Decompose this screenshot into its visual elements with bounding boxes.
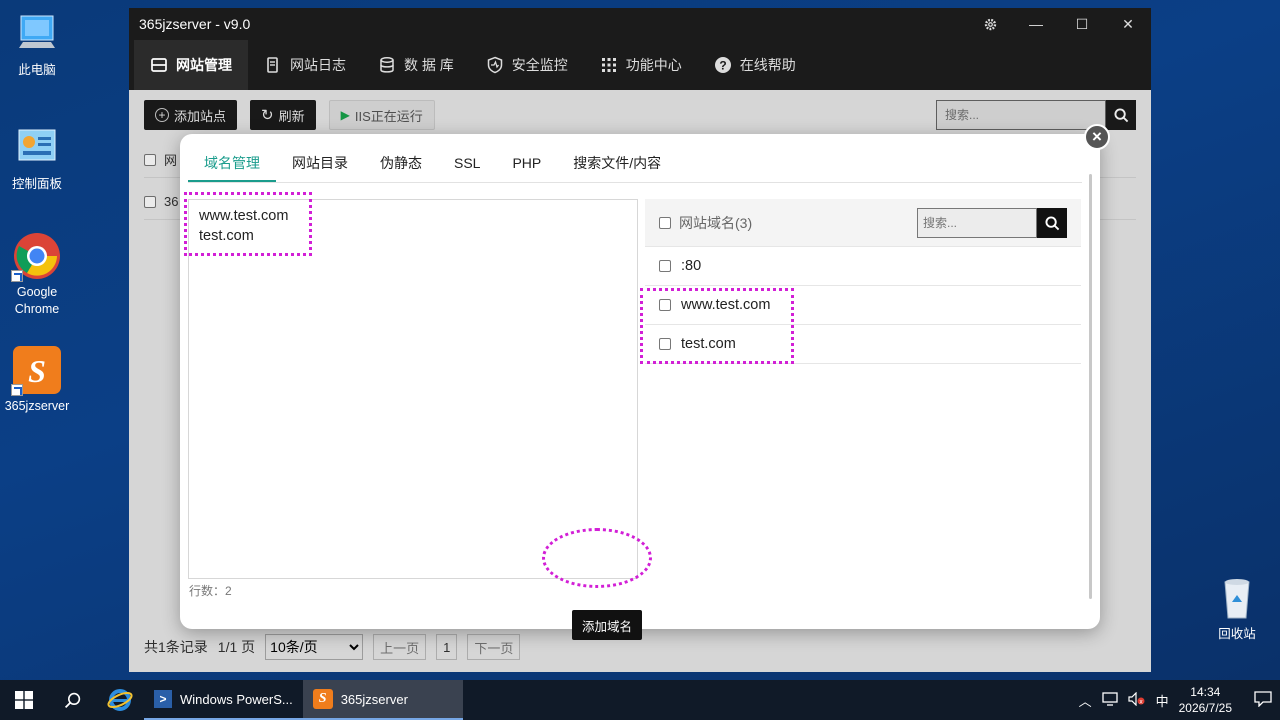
notification-icon[interactable] <box>1254 690 1272 710</box>
network-icon[interactable] <box>1101 691 1118 709</box>
nav-label: 在线帮助 <box>739 57 796 73</box>
recycle-bin-icon <box>1213 574 1261 622</box>
domain-list-title: 网站域名(3) <box>679 214 753 231</box>
minimize-button[interactable]: — <box>1013 8 1059 40</box>
database-icon <box>380 57 394 73</box>
tab-php[interactable]: PHP <box>496 145 557 182</box>
maximize-button[interactable]: ☐ <box>1059 8 1105 40</box>
domain-search <box>917 208 1067 238</box>
row-count: 行数：2 <box>189 584 232 598</box>
nav-security-monitor[interactable]: 安全监控 <box>470 40 584 90</box>
desktop-icon-label: 此电脑 <box>18 63 56 77</box>
taskbar-app-powershell[interactable]: > Windows PowerS... <box>144 680 303 720</box>
main-nav: 网站管理 网站日志 数 据 库 安全监控 功能中心 ? 在线帮助 <box>129 40 1151 90</box>
domain-label: :80 <box>681 258 702 274</box>
powershell-icon: > <box>154 690 172 708</box>
highlight-textarea-domains <box>184 192 312 256</box>
nav-label: 功能中心 <box>625 57 682 73</box>
svg-text:S: S <box>28 353 46 389</box>
taskbar-app-label: 365jzserver <box>340 691 408 707</box>
desktop-icon-label: 控制面板 <box>11 177 62 191</box>
desktop-icon-label: 回收站 <box>1218 627 1256 641</box>
desktop-icon-recycle-bin[interactable]: 回收站 <box>1200 574 1274 643</box>
website-icon <box>151 58 167 72</box>
tab-search-files[interactable]: 搜索文件/内容 <box>557 145 677 182</box>
add-domain-button[interactable]: 添加域名 <box>572 610 642 640</box>
clock[interactable]: 14:34 2026/7/25 <box>1179 684 1232 716</box>
tab-ssl[interactable]: SSL <box>438 145 496 182</box>
modal-tabs: 域名管理 网站目录 伪静态 SSL PHP 搜索文件/内容 <box>188 145 1082 183</box>
grid-icon <box>601 58 616 72</box>
shortcut-arrow-icon <box>11 384 23 396</box>
computer-icon <box>13 10 61 58</box>
365jzserver-icon: S <box>312 689 333 709</box>
highlight-add-domain-button <box>542 528 652 588</box>
chrome-icon <box>11 232 61 282</box>
help-icon: ? <box>714 57 731 73</box>
settings-icon[interactable] <box>967 8 1013 40</box>
title-bar: 365jzserver - v9.0 — ☐ ✕ <box>129 8 1151 40</box>
domain-list-header: 网站域名(3) <box>645 199 1081 247</box>
tab-site-directory[interactable]: 网站目录 <box>276 145 364 182</box>
windows-start-icon[interactable] <box>0 680 48 720</box>
select-all-domains-checkbox[interactable] <box>659 216 671 229</box>
desktop-icon-chrome[interactable]: Google Chrome <box>0 232 74 318</box>
nav-function-center[interactable]: 功能中心 <box>584 40 698 90</box>
window-title: 365jzserver - v9.0 <box>139 16 251 32</box>
desktop-icon-this-pc[interactable]: 此电脑 <box>0 10 74 79</box>
taskbar-app-365jzserver[interactable]: S 365jzserver <box>302 680 463 720</box>
chevron-up-icon[interactable]: ︿ <box>1079 691 1092 710</box>
search-icon[interactable] <box>48 680 96 720</box>
svg-text:x: x <box>1139 698 1143 705</box>
search-icon <box>1044 215 1059 230</box>
domain-checkbox[interactable] <box>659 260 671 272</box>
domain-row: :80 <box>645 247 1081 286</box>
log-icon <box>267 57 278 73</box>
system-tray: ︿ x 中 14:34 2026/7/25 <box>1079 684 1280 716</box>
ime-indicator[interactable]: 中 <box>1156 691 1169 710</box>
security-icon <box>487 56 503 74</box>
nav-label: 数 据 库 <box>404 57 454 73</box>
tab-domain-management[interactable]: 域名管理 <box>188 145 276 182</box>
taskbar-app-label: Windows PowerS... <box>180 691 293 707</box>
clock-date: 2026/7/25 <box>1178 701 1232 715</box>
shortcut-arrow-icon <box>11 270 23 282</box>
nav-label: 网站日志 <box>290 57 346 73</box>
highlight-domain-rows <box>640 288 794 364</box>
nav-database[interactable]: 数 据 库 <box>362 40 470 90</box>
volume-muted-icon[interactable]: x <box>1127 691 1146 709</box>
taskbar: > Windows PowerS... S 365jzserver ︿ x 中 … <box>0 680 1280 720</box>
365jzserver-icon: S <box>11 346 61 396</box>
desktop-icon-label: Google Chrome <box>14 285 60 316</box>
close-icon[interactable]: × <box>1084 124 1110 150</box>
svg-text:?: ? <box>719 59 726 73</box>
nav-online-help[interactable]: ? 在线帮助 <box>698 40 812 90</box>
nav-label: 网站管理 <box>176 57 232 73</box>
domain-textarea[interactable]: www.test.com test.com 添加域名 <box>188 199 642 640</box>
clock-time: 14:34 <box>1190 685 1221 699</box>
domain-search-button[interactable] <box>1037 208 1067 238</box>
close-window-button[interactable]: ✕ <box>1105 8 1151 40</box>
desktop-icon-365jzserver[interactable]: S 365jzserver <box>0 346 74 415</box>
desktop-icon-label: 365jzserver <box>4 399 70 413</box>
nav-label: 安全监控 <box>511 57 568 73</box>
control-panel-icon <box>13 124 61 172</box>
desktop-icon-control-panel[interactable]: 控制面板 <box>0 124 74 193</box>
nav-website-management[interactable]: 网站管理 <box>134 40 248 90</box>
domain-search-input[interactable] <box>917 208 1037 238</box>
tab-rewrite[interactable]: 伪静态 <box>364 145 438 182</box>
modal-scrollbar[interactable] <box>1089 174 1092 599</box>
nav-website-logs[interactable]: 网站日志 <box>248 40 362 90</box>
internet-explorer-icon[interactable] <box>96 680 144 720</box>
